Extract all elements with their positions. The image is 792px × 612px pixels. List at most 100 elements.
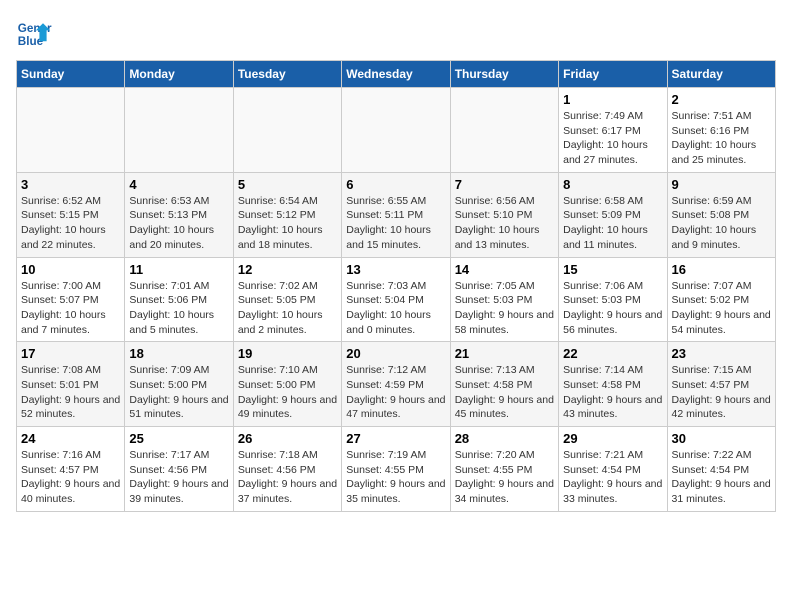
calendar-week-2: 3 Sunrise: 6:52 AM Sunset: 5:15 PM Daylig… bbox=[17, 172, 776, 257]
day-number: 10 bbox=[21, 262, 120, 277]
calendar-week-5: 24 Sunrise: 7:16 AM Sunset: 4:57 PM Dayli… bbox=[17, 427, 776, 512]
day-number: 9 bbox=[672, 177, 771, 192]
day-info: Sunrise: 7:22 AM Sunset: 4:54 PM Dayligh… bbox=[672, 448, 771, 507]
calendar-header-thursday: Thursday bbox=[450, 61, 558, 88]
calendar-cell: 7 Sunrise: 6:56 AM Sunset: 5:10 PM Daylig… bbox=[450, 172, 558, 257]
calendar-cell: 18 Sunrise: 7:09 AM Sunset: 5:00 PM Dayli… bbox=[125, 342, 233, 427]
day-number: 21 bbox=[455, 346, 554, 361]
calendar-cell: 14 Sunrise: 7:05 AM Sunset: 5:03 PM Dayli… bbox=[450, 257, 558, 342]
day-info: Sunrise: 7:12 AM Sunset: 4:59 PM Dayligh… bbox=[346, 363, 445, 422]
day-info: Sunrise: 7:03 AM Sunset: 5:04 PM Dayligh… bbox=[346, 279, 445, 338]
day-info: Sunrise: 7:15 AM Sunset: 4:57 PM Dayligh… bbox=[672, 363, 771, 422]
day-info: Sunrise: 6:58 AM Sunset: 5:09 PM Dayligh… bbox=[563, 194, 662, 253]
calendar-cell: 19 Sunrise: 7:10 AM Sunset: 5:00 PM Dayli… bbox=[233, 342, 341, 427]
day-info: Sunrise: 7:09 AM Sunset: 5:00 PM Dayligh… bbox=[129, 363, 228, 422]
calendar-week-4: 17Sunrise: 7:08 AM Sunset: 5:01 PM Dayli… bbox=[17, 342, 776, 427]
day-number: 16 bbox=[672, 262, 771, 277]
day-number: 29 bbox=[563, 431, 662, 446]
day-number: 30 bbox=[672, 431, 771, 446]
day-info: Sunrise: 7:02 AM Sunset: 5:05 PM Dayligh… bbox=[238, 279, 337, 338]
day-number: 1 bbox=[563, 92, 662, 107]
calendar-cell: 9 Sunrise: 6:59 AM Sunset: 5:08 PM Daylig… bbox=[667, 172, 775, 257]
day-info: Sunrise: 6:59 AM Sunset: 5:08 PM Dayligh… bbox=[672, 194, 771, 253]
day-info: Sunrise: 6:54 AM Sunset: 5:12 PM Dayligh… bbox=[238, 194, 337, 253]
day-number: 15 bbox=[563, 262, 662, 277]
day-info: Sunrise: 7:51 AM Sunset: 6:16 PM Dayligh… bbox=[672, 109, 771, 168]
calendar-week-3: 10 Sunrise: 7:00 AM Sunset: 5:07 PM Dayli… bbox=[17, 257, 776, 342]
day-number: 14 bbox=[455, 262, 554, 277]
day-info: Sunrise: 7:07 AM Sunset: 5:02 PM Dayligh… bbox=[672, 279, 771, 338]
day-number: 26 bbox=[238, 431, 337, 446]
calendar-cell: 30 Sunrise: 7:22 AM Sunset: 4:54 PM Dayli… bbox=[667, 427, 775, 512]
calendar-cell bbox=[125, 88, 233, 173]
day-info: Sunrise: 6:56 AM Sunset: 5:10 PM Dayligh… bbox=[455, 194, 554, 253]
day-number: 28 bbox=[455, 431, 554, 446]
calendar-header-wednesday: Wednesday bbox=[342, 61, 450, 88]
calendar-cell: 23 Sunrise: 7:15 AM Sunset: 4:57 PM Dayli… bbox=[667, 342, 775, 427]
calendar-cell bbox=[17, 88, 125, 173]
day-info: Sunrise: 7:00 AM Sunset: 5:07 PM Dayligh… bbox=[21, 279, 120, 338]
calendar-cell: 15 Sunrise: 7:06 AM Sunset: 5:03 PM Dayli… bbox=[559, 257, 667, 342]
day-info: Sunrise: 7:18 AM Sunset: 4:56 PM Dayligh… bbox=[238, 448, 337, 507]
day-number: 23 bbox=[672, 346, 771, 361]
calendar-cell: 29 Sunrise: 7:21 AM Sunset: 4:54 PM Dayli… bbox=[559, 427, 667, 512]
day-info: Sunrise: 7:49 AM Sunset: 6:17 PM Dayligh… bbox=[563, 109, 662, 168]
day-number: 5 bbox=[238, 177, 337, 192]
calendar-header-row: SundayMondayTuesdayWednesdayThursdayFrid… bbox=[17, 61, 776, 88]
calendar-cell: 3 Sunrise: 6:52 AM Sunset: 5:15 PM Daylig… bbox=[17, 172, 125, 257]
logo: General Blue bbox=[16, 16, 52, 52]
calendar-header-sunday: Sunday bbox=[17, 61, 125, 88]
day-number: 19 bbox=[238, 346, 337, 361]
calendar-cell: 1 Sunrise: 7:49 AM Sunset: 6:17 PM Daylig… bbox=[559, 88, 667, 173]
day-info: Sunrise: 7:21 AM Sunset: 4:54 PM Dayligh… bbox=[563, 448, 662, 507]
logo-icon: General Blue bbox=[16, 16, 52, 52]
calendar-header-monday: Monday bbox=[125, 61, 233, 88]
calendar-cell: 8Sunrise: 6:58 AM Sunset: 5:09 PM Daylig… bbox=[559, 172, 667, 257]
day-number: 17 bbox=[21, 346, 120, 361]
calendar-cell: 17Sunrise: 7:08 AM Sunset: 5:01 PM Dayli… bbox=[17, 342, 125, 427]
calendar-cell: 11 Sunrise: 7:01 AM Sunset: 5:06 PM Dayli… bbox=[125, 257, 233, 342]
day-number: 7 bbox=[455, 177, 554, 192]
calendar-header-friday: Friday bbox=[559, 61, 667, 88]
day-number: 6 bbox=[346, 177, 445, 192]
day-info: Sunrise: 7:19 AM Sunset: 4:55 PM Dayligh… bbox=[346, 448, 445, 507]
day-number: 18 bbox=[129, 346, 228, 361]
day-number: 11 bbox=[129, 262, 228, 277]
day-info: Sunrise: 7:01 AM Sunset: 5:06 PM Dayligh… bbox=[129, 279, 228, 338]
day-info: Sunrise: 7:14 AM Sunset: 4:58 PM Dayligh… bbox=[563, 363, 662, 422]
day-number: 4 bbox=[129, 177, 228, 192]
day-info: Sunrise: 6:53 AM Sunset: 5:13 PM Dayligh… bbox=[129, 194, 228, 253]
day-info: Sunrise: 7:13 AM Sunset: 4:58 PM Dayligh… bbox=[455, 363, 554, 422]
day-number: 22 bbox=[563, 346, 662, 361]
day-info: Sunrise: 7:20 AM Sunset: 4:55 PM Dayligh… bbox=[455, 448, 554, 507]
calendar-cell: 2 Sunrise: 7:51 AM Sunset: 6:16 PM Daylig… bbox=[667, 88, 775, 173]
calendar-header-tuesday: Tuesday bbox=[233, 61, 341, 88]
calendar-cell: 26 Sunrise: 7:18 AM Sunset: 4:56 PM Dayli… bbox=[233, 427, 341, 512]
header: General Blue bbox=[16, 16, 776, 52]
day-info: Sunrise: 7:16 AM Sunset: 4:57 PM Dayligh… bbox=[21, 448, 120, 507]
calendar-cell: 13 Sunrise: 7:03 AM Sunset: 5:04 PM Dayli… bbox=[342, 257, 450, 342]
calendar-cell: 21 Sunrise: 7:13 AM Sunset: 4:58 PM Dayli… bbox=[450, 342, 558, 427]
calendar-cell: 10 Sunrise: 7:00 AM Sunset: 5:07 PM Dayli… bbox=[17, 257, 125, 342]
calendar-cell: 4 Sunrise: 6:53 AM Sunset: 5:13 PM Daylig… bbox=[125, 172, 233, 257]
calendar-cell: 25Sunrise: 7:17 AM Sunset: 4:56 PM Dayli… bbox=[125, 427, 233, 512]
day-info: Sunrise: 6:55 AM Sunset: 5:11 PM Dayligh… bbox=[346, 194, 445, 253]
day-number: 27 bbox=[346, 431, 445, 446]
day-info: Sunrise: 7:17 AM Sunset: 4:56 PM Dayligh… bbox=[129, 448, 228, 507]
calendar-cell: 6 Sunrise: 6:55 AM Sunset: 5:11 PM Daylig… bbox=[342, 172, 450, 257]
day-number: 20 bbox=[346, 346, 445, 361]
day-info: Sunrise: 7:06 AM Sunset: 5:03 PM Dayligh… bbox=[563, 279, 662, 338]
calendar-cell bbox=[450, 88, 558, 173]
day-number: 2 bbox=[672, 92, 771, 107]
day-info: Sunrise: 7:10 AM Sunset: 5:00 PM Dayligh… bbox=[238, 363, 337, 422]
calendar-header-saturday: Saturday bbox=[667, 61, 775, 88]
day-info: Sunrise: 7:05 AM Sunset: 5:03 PM Dayligh… bbox=[455, 279, 554, 338]
calendar-cell: 22 Sunrise: 7:14 AM Sunset: 4:58 PM Dayli… bbox=[559, 342, 667, 427]
day-number: 3 bbox=[21, 177, 120, 192]
calendar-cell bbox=[342, 88, 450, 173]
calendar: SundayMondayTuesdayWednesdayThursdayFrid… bbox=[16, 60, 776, 512]
day-number: 13 bbox=[346, 262, 445, 277]
day-info: Sunrise: 6:52 AM Sunset: 5:15 PM Dayligh… bbox=[21, 194, 120, 253]
calendar-cell bbox=[233, 88, 341, 173]
day-number: 24 bbox=[21, 431, 120, 446]
